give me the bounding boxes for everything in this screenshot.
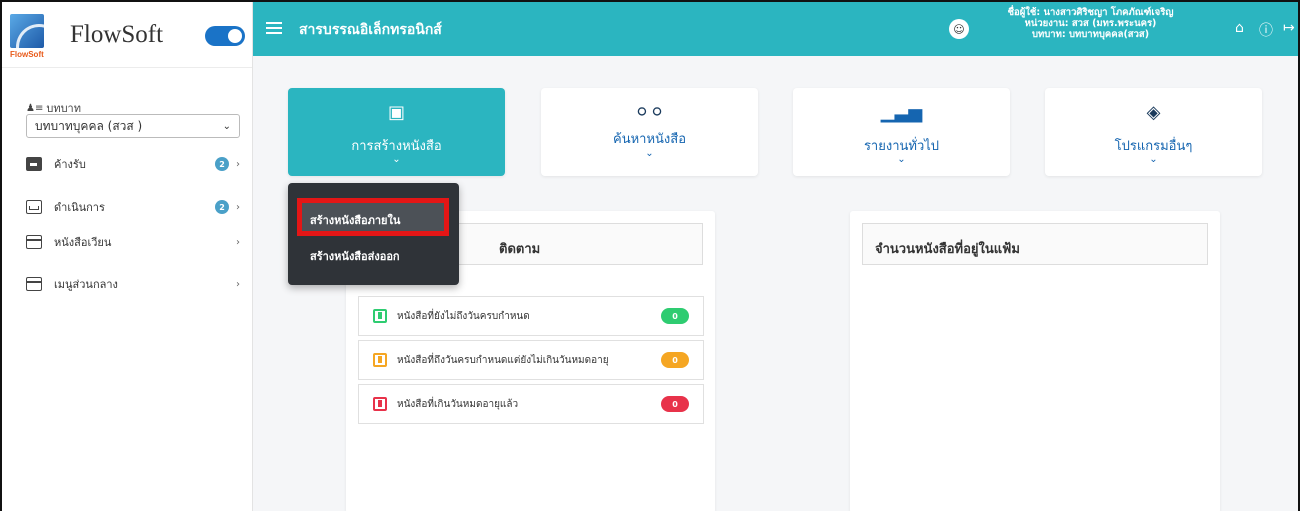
inbox-outline-icon xyxy=(26,200,42,214)
list-item[interactable]: หนังสือที่ถึงวันครบกำหนดแต่ยังไม่เกินวัน… xyxy=(358,340,704,380)
layers-icon: ◈ xyxy=(1146,102,1161,123)
chevron-down-icon: ⌄ xyxy=(897,154,906,165)
count-pill: 0 xyxy=(661,308,689,324)
sidebar-item-pending[interactable]: ค้างรับ 2 › xyxy=(26,153,240,175)
binoculars-icon: ⚪⚪ xyxy=(634,102,665,123)
user-avatar-icon[interactable]: ☺ xyxy=(949,19,969,39)
sidebar-item-in-progress[interactable]: ดำเนินการ 2 › xyxy=(26,196,240,218)
app-title: สารบรรณอิเล็กทรอนิกส์ xyxy=(299,22,442,38)
create-document-dropdown: สร้างหนังสือภายใน สร้างหนังสือส่งออก xyxy=(288,183,459,285)
count-badge: 2 xyxy=(215,157,229,171)
panel-title-folder-count: จำนวนหนังสือที่อยู่ในแฟ้ม xyxy=(862,223,1208,265)
app-window: FlowSoft FlowSoft ♟≡ บทบาท บทบาทบุคคล (ส… xyxy=(0,0,1300,511)
card-search-document[interactable]: ⚪⚪ ค้นหาหนังสือ ⌄ xyxy=(541,88,758,176)
chevron-down-icon: ⌄ xyxy=(1149,154,1158,165)
user-info: ชื่อผู้ใช้: นางสาวศิริชญา โภคภัณฑ์เจริญ … xyxy=(1007,7,1174,40)
topbar: สารบรรณอิเล็กทรอนิกส์ ☺ ชื่อผู้ใช้: นางส… xyxy=(253,2,1298,56)
bookmark-icon xyxy=(373,397,387,411)
flowsoft-logo-icon: FlowSoft xyxy=(10,10,44,60)
hamburger-menu-icon[interactable] xyxy=(266,22,282,34)
inbox-filled-icon xyxy=(26,157,42,171)
list-item[interactable]: หนังสือที่ยังไม่ถึงวันครบกำหนด 0 xyxy=(358,296,704,336)
chevron-right-icon: › xyxy=(236,201,240,213)
card-general-report[interactable]: ▁▃▅ รายงานทั่วไป ⌄ xyxy=(793,88,1010,176)
chevron-right-icon: › xyxy=(236,278,240,290)
logout-icon[interactable]: ↦ xyxy=(1283,20,1295,36)
count-pill: 0 xyxy=(661,352,689,368)
count-badge: 2 xyxy=(215,200,229,214)
bookmark-icon xyxy=(373,353,387,367)
document-icon xyxy=(26,277,42,291)
role-select[interactable]: บทบาทบุคคล (สวส ) ⌄ xyxy=(26,114,240,138)
count-pill: 0 xyxy=(661,396,689,412)
card-create-document[interactable]: ▣ การสร้างหนังสือ ⌄ xyxy=(288,88,505,176)
chevron-down-icon: ⌄ xyxy=(392,154,401,165)
card-other-programs[interactable]: ◈ โปรแกรมอื่นๆ ⌄ xyxy=(1045,88,1262,176)
list-item[interactable]: หนังสือที่เกินวันหมดอายุแล้ว 0 xyxy=(358,384,704,424)
sidebar-toggle[interactable] xyxy=(205,26,245,46)
sidebar-item-circular[interactable]: หนังสือเวียน › xyxy=(26,231,240,253)
document-icon xyxy=(26,235,42,249)
help-icon[interactable]: ⓘ xyxy=(1259,20,1273,40)
book-icon: ▣ xyxy=(387,102,405,123)
chevron-right-icon: › xyxy=(236,236,240,248)
sidebar-item-central-menu[interactable]: เมนูส่วนกลาง › xyxy=(26,273,240,295)
menu-item-create-outgoing[interactable]: สร้างหนังสือส่งออก xyxy=(302,239,444,267)
chevron-right-icon: › xyxy=(236,158,240,170)
chevron-down-icon: ⌄ xyxy=(222,120,231,132)
sidebar: FlowSoft FlowSoft ♟≡ บทบาท บทบาทบุคคล (ส… xyxy=(2,2,253,511)
panel-folder-count: จำนวนหนังสือที่อยู่ในแฟ้ม xyxy=(850,211,1220,511)
bookmark-icon xyxy=(373,309,387,323)
brand-name: FlowSoft xyxy=(70,20,164,48)
chevron-down-icon: ⌄ xyxy=(645,148,654,159)
home-icon[interactable]: ⌂ xyxy=(1235,20,1244,36)
users-icon: ♟≡ xyxy=(26,102,44,114)
menu-item-create-internal[interactable]: สร้างหนังสือภายใน xyxy=(297,198,449,236)
bar-chart-icon: ▁▃▅ xyxy=(880,102,923,123)
